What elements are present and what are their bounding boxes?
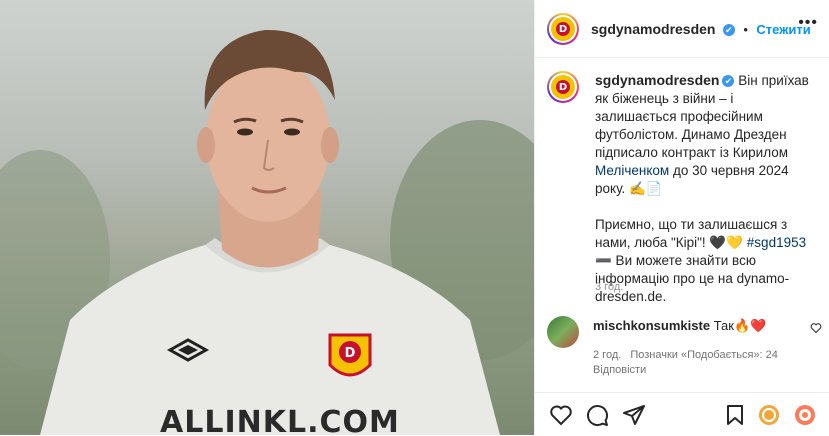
shirt-sponsor-text: ALLINKL.COM	[160, 405, 400, 435]
separator-dot: •	[743, 22, 748, 37]
comment-time: 2 год.	[593, 349, 622, 361]
caption-time: 3 год.	[595, 281, 624, 293]
svg-text:D: D	[345, 346, 356, 361]
club-logo-icon: D	[556, 22, 570, 36]
post-caption: sgdynamodresden ✔ Він приїхав як біженець…	[595, 71, 815, 306]
player-illustration: D	[0, 29, 534, 435]
post-photo[interactable]: D ALLINKL.COM	[0, 0, 534, 435]
comment-likes[interactable]: Позначки «Подобається»: 24	[630, 349, 778, 361]
action-bar	[535, 392, 829, 436]
header-username[interactable]: sgdynamodresden	[591, 21, 715, 37]
caption-username[interactable]: sgdynamodresden	[595, 72, 719, 88]
caption-verified-icon: ✔	[722, 75, 735, 88]
account-avatar[interactable]: D	[547, 13, 579, 45]
caption-hashtag-link[interactable]: #sgd1953	[747, 235, 806, 250]
comment-like-icon[interactable]	[810, 322, 822, 337]
caption-avatar[interactable]: D	[547, 71, 579, 103]
comment-text: Так🔥❤️	[713, 318, 767, 333]
caption-mention-link[interactable]: Меліченком	[595, 163, 669, 178]
save-icon[interactable]	[723, 403, 747, 427]
share-icon[interactable]	[622, 403, 646, 427]
post-header: D sgdynamodresden ✔ • Стежити •••	[535, 0, 829, 58]
comment-icon[interactable]	[585, 403, 609, 427]
coin-badge-icon[interactable]	[757, 403, 781, 427]
caption-club-logo-icon: D	[556, 80, 570, 94]
emoji-sticker-icon[interactable]	[793, 403, 817, 427]
post-side-panel: D sgdynamodresden ✔ • Стежити ••• D sgdy…	[534, 0, 829, 435]
more-options-icon[interactable]: •••	[798, 14, 818, 32]
comment-reply-button[interactable]: Відповісти	[593, 364, 646, 376]
like-icon[interactable]	[549, 403, 573, 427]
comment-username[interactable]: mischkonsumkiste	[593, 318, 710, 333]
instagram-post: D ALLINKL.COM D sgdynamodresden ✔ • Стеж…	[0, 0, 829, 435]
caption-text-para2b: ➖ Ви можете знайти всю інформацію про це…	[595, 253, 790, 304]
verified-badge-icon: ✔	[722, 23, 735, 36]
commenter-avatar[interactable]	[547, 316, 579, 348]
